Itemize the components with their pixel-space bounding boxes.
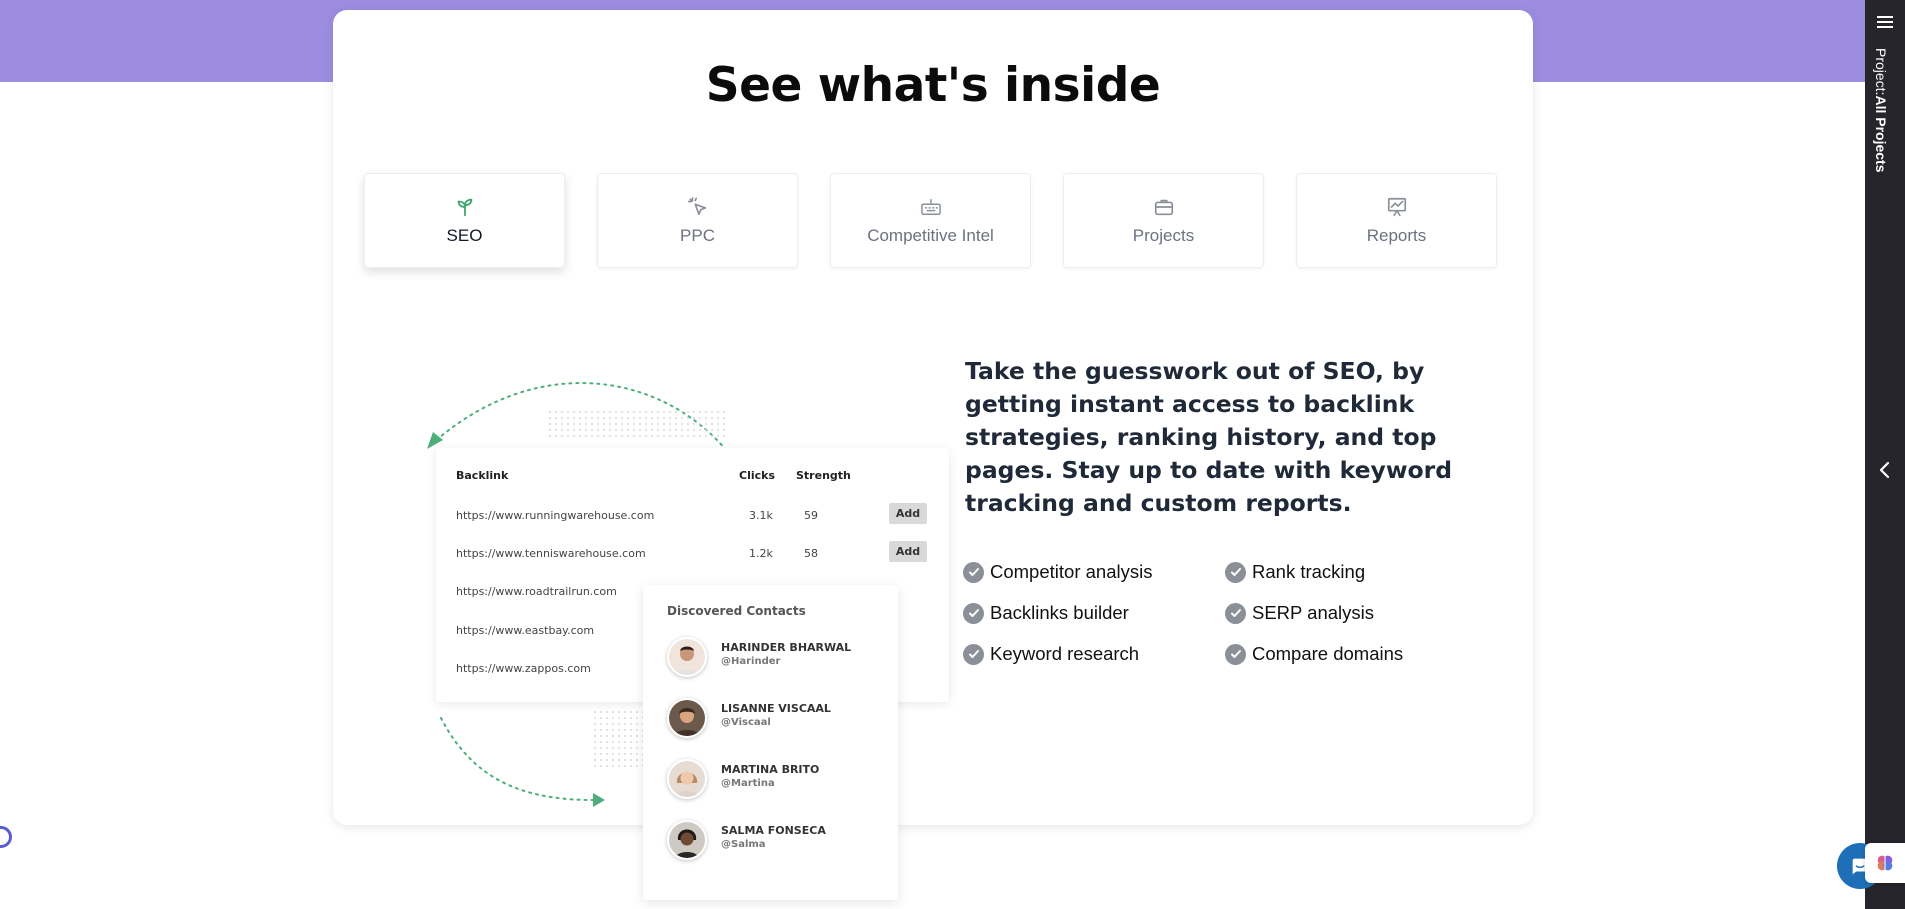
contact-name: LISANNE VISCAAL [721,702,831,715]
cursor-click-icon [686,196,710,218]
contacts-title: Discovered Contacts [667,604,806,618]
feature-label: Rank tracking [1252,561,1366,582]
feature-item: Keyword research [963,642,1139,666]
project-label-prefix: Project: [1873,48,1889,96]
project-selector[interactable]: Project:All Projects [1873,48,1889,173]
tab-label: PPC [680,225,715,245]
chevron-left-icon[interactable] [1875,460,1895,480]
sprout-icon [453,196,477,218]
backlink-url: https://www.eastbay.com [456,624,595,637]
table-row: https://www.tenniswarehouse.com 1.2k 58 … [436,541,949,583]
seo-illustration: Backlink Clicks Strength https://www.run… [373,340,949,900]
avatar [667,698,707,738]
dot-pattern [548,410,728,438]
feature-item: SERP analysis [1225,601,1374,625]
check-circle-icon [1225,602,1246,624]
contact-item[interactable]: MARTINA BRITO @Martina [667,759,887,799]
check-circle-icon [963,643,984,665]
tab-label: Projects [1132,225,1195,245]
contact-item[interactable]: HARINDER BHARWAL @Harinder [667,637,887,677]
feature-item: Rank tracking [1225,560,1365,584]
contact-handle: @Harinder [721,656,781,667]
check-circle-icon [963,561,984,583]
contact-item[interactable]: LISANNE VISCAAL @Viscaal [667,698,887,738]
avatar [667,637,707,677]
dot-pattern [593,710,643,770]
contact-handle: @Salma [721,839,766,850]
check-circle-icon [1225,643,1246,665]
contact-name: SALMA FONSECA [721,824,826,837]
strength-value: 58 [804,547,818,560]
project-label-value: All Projects [1873,95,1889,173]
hamburger-menu-icon[interactable] [1877,16,1893,30]
avatar [667,820,707,860]
contact-handle: @Viscaal [721,717,771,728]
backlink-url: https://www.runningwarehouse.com [456,509,655,522]
tab-reports[interactable]: Reports [1296,173,1497,268]
tab-competitive-intel[interactable]: Competitive Intel [830,173,1031,268]
table-row: https://www.runningwarehouse.com 3.1k 59… [436,503,949,545]
section-title: See what's inside [705,58,1161,113]
project-sidebar: Project:All Projects [1865,0,1905,909]
strength-value: 59 [804,509,818,522]
add-button[interactable]: Add [889,541,927,562]
tab-seo[interactable]: SEO [364,173,565,268]
feature-item: Competitor analysis [963,560,1152,584]
clicks-value: 1.2k [749,547,773,560]
clicks-value: 3.1k [749,509,773,522]
tab-projects[interactable]: Projects [1063,173,1264,268]
tab-label: SEO [446,225,483,245]
column-header: Strength [796,469,851,482]
brain-icon[interactable] [1865,843,1905,883]
add-button[interactable]: Add [889,503,927,524]
backlink-url: https://www.tenniswarehouse.com [456,547,646,560]
column-header: Backlink [456,469,509,482]
feedback-ring-icon[interactable] [0,826,12,848]
backlink-url: https://www.roadtrailrun.com [456,585,617,598]
feature-label: Keyword research [990,643,1140,664]
check-circle-icon [1225,561,1246,583]
tab-label: Reports [1366,225,1427,245]
backlink-url: https://www.zappos.com [456,662,591,675]
feature-label: Backlinks builder [990,602,1129,623]
feature-label: Competitor analysis [990,561,1153,582]
keyboard-icon [919,196,943,218]
feature-label: Compare domains [1252,643,1404,664]
avatar [667,759,707,799]
presentation-chart-icon [1385,196,1409,218]
contact-item[interactable]: SALMA FONSECA @Salma [667,820,887,860]
contact-handle: @Martina [721,778,775,789]
discovered-contacts-card: Discovered Contacts HARINDER BHARWAL @Ha… [643,585,898,900]
features-section-card: See what's inside SEO PPC Competitive In… [333,10,1533,900]
briefcase-icon [1152,196,1176,218]
contact-name: MARTINA BRITO [721,763,820,776]
tab-ppc[interactable]: PPC [597,173,798,268]
check-circle-icon [963,602,984,624]
contact-name: HARINDER BHARWAL [721,641,852,654]
tab-label: Competitive Intel [867,225,994,245]
seo-description: Take the guesswork out of SEO, by gettin… [965,357,1453,517]
feature-item: Backlinks builder [963,601,1129,625]
feature-item: Compare domains [1225,642,1403,666]
column-header: Clicks [739,469,775,482]
feature-label: SERP analysis [1252,602,1375,623]
